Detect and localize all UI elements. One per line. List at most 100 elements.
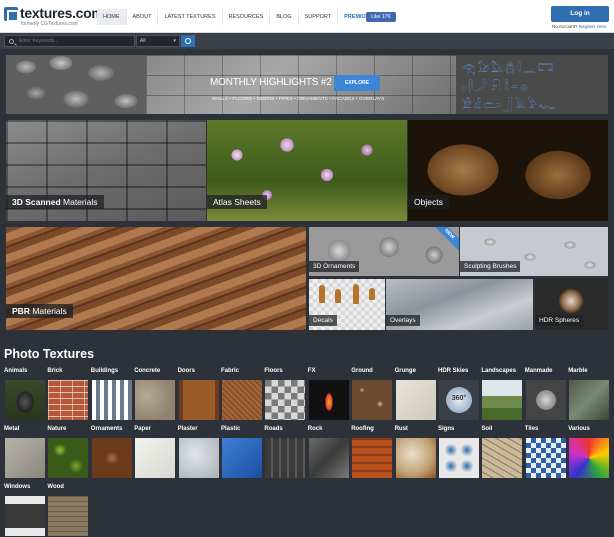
category-label: Ground	[351, 368, 373, 374]
category-soil[interactable]: Soil	[481, 426, 523, 479]
decal-drip	[353, 284, 359, 304]
tile-overlays[interactable]: Overlays	[386, 279, 533, 330]
category-rock[interactable]: Rock	[308, 426, 349, 479]
login-button[interactable]: Log in	[551, 6, 609, 22]
category-tiles[interactable]: Tiles	[525, 426, 566, 479]
category-rust[interactable]: Rust	[394, 426, 436, 479]
category-thumbnail	[222, 380, 262, 420]
tile-hdr-spheres[interactable]: HDR Spheres	[535, 279, 608, 330]
category-thumbnail	[5, 496, 45, 536]
decal-drip	[335, 289, 341, 303]
category-label: FX	[307, 368, 316, 374]
category-label: Ornaments	[90, 426, 123, 432]
category-buildings[interactable]: Buildings	[90, 368, 132, 421]
tile-label-rest: Materials	[60, 197, 98, 207]
nav-about[interactable]: ABOUT	[127, 9, 159, 25]
nav-home[interactable]: HOME	[97, 9, 127, 25]
category-paper[interactable]: Paper	[134, 426, 176, 479]
decal-drip	[319, 285, 325, 303]
search-button[interactable]	[181, 35, 195, 47]
category-various[interactable]: Various	[568, 426, 610, 479]
category-doors[interactable]: Doors	[178, 368, 219, 421]
photo-textures-title: Photo Textures	[4, 347, 95, 361]
tile-decals[interactable]: Decals	[309, 279, 385, 330]
category-nature[interactable]: Nature	[47, 426, 89, 479]
search-input[interactable]	[19, 36, 129, 46]
category-thumbnail	[48, 496, 89, 536]
category-ground[interactable]: Ground	[351, 368, 393, 421]
category-concrete[interactable]: Concrete	[134, 368, 176, 421]
tile-label: 3D Ornaments	[309, 261, 360, 272]
logo[interactable]: textures.com formerly CGTextures.com	[4, 5, 104, 29]
tile-label-bold: PBR	[12, 306, 30, 316]
category-floors[interactable]: Floors	[264, 368, 306, 421]
category-thumbnail	[395, 438, 436, 478]
facebook-like-button[interactable]: Like 17K	[366, 12, 396, 22]
category-label: Metal	[4, 426, 20, 432]
category-plastic[interactable]: Plastic	[221, 426, 262, 479]
category-label: Rust	[394, 426, 408, 432]
monthly-highlights-banner[interactable]: 𓂀𓃠𓅓𓆣𓇋𓈖𓉐 𓊪𓋴𓌳𓍯𓎛𓏏𓐍 𓀀𓁐𓂧𓃀𓄿𓅱𓆑 MONTHLY HIGHLIGH…	[6, 55, 608, 114]
search-icon	[9, 39, 14, 44]
category-roofing[interactable]: Roofing	[351, 426, 393, 479]
category-thumbnail	[265, 438, 306, 478]
category-windows[interactable]: Windows	[4, 484, 45, 537]
search-box[interactable]	[4, 35, 135, 47]
category-thumbnail	[439, 438, 479, 478]
nav-support[interactable]: SUPPORT	[299, 9, 339, 25]
tile-label: PBR Materials	[6, 304, 73, 318]
no-account-text: No Account? Register Here	[552, 24, 607, 29]
category-label: Marble	[568, 368, 588, 374]
category-signs[interactable]: Signs	[438, 426, 479, 479]
tile-pbr-materials[interactable]: PBR Materials	[6, 227, 306, 330]
category-landscapes[interactable]: Landscapes	[481, 368, 523, 421]
logo-subtitle: formerly CGTextures.com	[21, 21, 78, 27]
category-thumbnail	[525, 380, 566, 420]
category-thumbnail	[525, 438, 566, 478]
tile-label: Atlas Sheets	[207, 195, 267, 209]
category-animals[interactable]: Animals	[4, 368, 45, 421]
category-label: Buildings	[90, 368, 119, 374]
category-thumbnail	[569, 380, 610, 420]
nav-latest-textures[interactable]: LATEST TEXTURES	[158, 9, 223, 25]
category-roads[interactable]: Roads	[264, 426, 306, 479]
tile-3d-scanned-materials[interactable]: 3D Scanned Materials	[6, 120, 206, 221]
category-label: Soil	[481, 426, 493, 432]
register-link[interactable]: Register Here	[579, 24, 607, 29]
tile-atlas-sheets[interactable]: Atlas Sheets	[207, 120, 407, 221]
decal-drip	[369, 288, 375, 300]
explore-button[interactable]: EXPLORE	[334, 75, 380, 91]
category-label: Concrete	[134, 368, 161, 374]
category-fx[interactable]: FX	[307, 368, 349, 421]
category-fabric[interactable]: Fabric	[221, 368, 262, 421]
category-wood[interactable]: Wood	[47, 484, 89, 537]
category-thumbnail	[482, 438, 523, 478]
category-marble[interactable]: Marble	[568, 368, 610, 421]
category-label: Roofing	[351, 426, 374, 432]
category-plaster[interactable]: Plaster	[178, 426, 219, 479]
hdr-360-label: 360°	[451, 395, 467, 402]
category-thumbnail	[135, 380, 176, 420]
category-thumbnail	[308, 438, 349, 478]
no-account-label: No Account?	[552, 24, 578, 29]
tile-label: 3D Scanned Materials	[6, 195, 104, 209]
category-label: Windows	[4, 484, 31, 490]
category-label: Roads	[264, 426, 283, 432]
category-ornaments[interactable]: Ornaments	[90, 426, 132, 479]
category-select[interactable]: All	[136, 35, 180, 47]
banner-title: MONTHLY HIGHLIGHTS #2	[210, 77, 332, 88]
nav-blog[interactable]: BLOG	[270, 9, 299, 25]
glyph-row: 𓊪𓋴𓌳𓍯𓎛𓏏𓐍	[462, 81, 530, 93]
category-manmade[interactable]: Manmade	[525, 368, 566, 421]
tile-3d-ornaments[interactable]: NEW 3D Ornaments	[309, 227, 459, 276]
category-thumbnail	[482, 380, 523, 420]
category-grunge[interactable]: Grunge	[395, 368, 436, 421]
category-brick[interactable]: Brick	[47, 368, 89, 421]
nav-resources[interactable]: RESOURCES	[223, 9, 271, 25]
tile-objects[interactable]: Objects	[408, 120, 608, 221]
category-metal[interactable]: Metal	[4, 426, 45, 479]
tile-sculpting-brushes[interactable]: Sculpting Brushes	[460, 227, 608, 276]
search-bar: All	[0, 33, 614, 49]
category-thumbnail	[569, 438, 610, 478]
category-hdr-skies[interactable]: HDR Skies 360°	[438, 368, 479, 421]
